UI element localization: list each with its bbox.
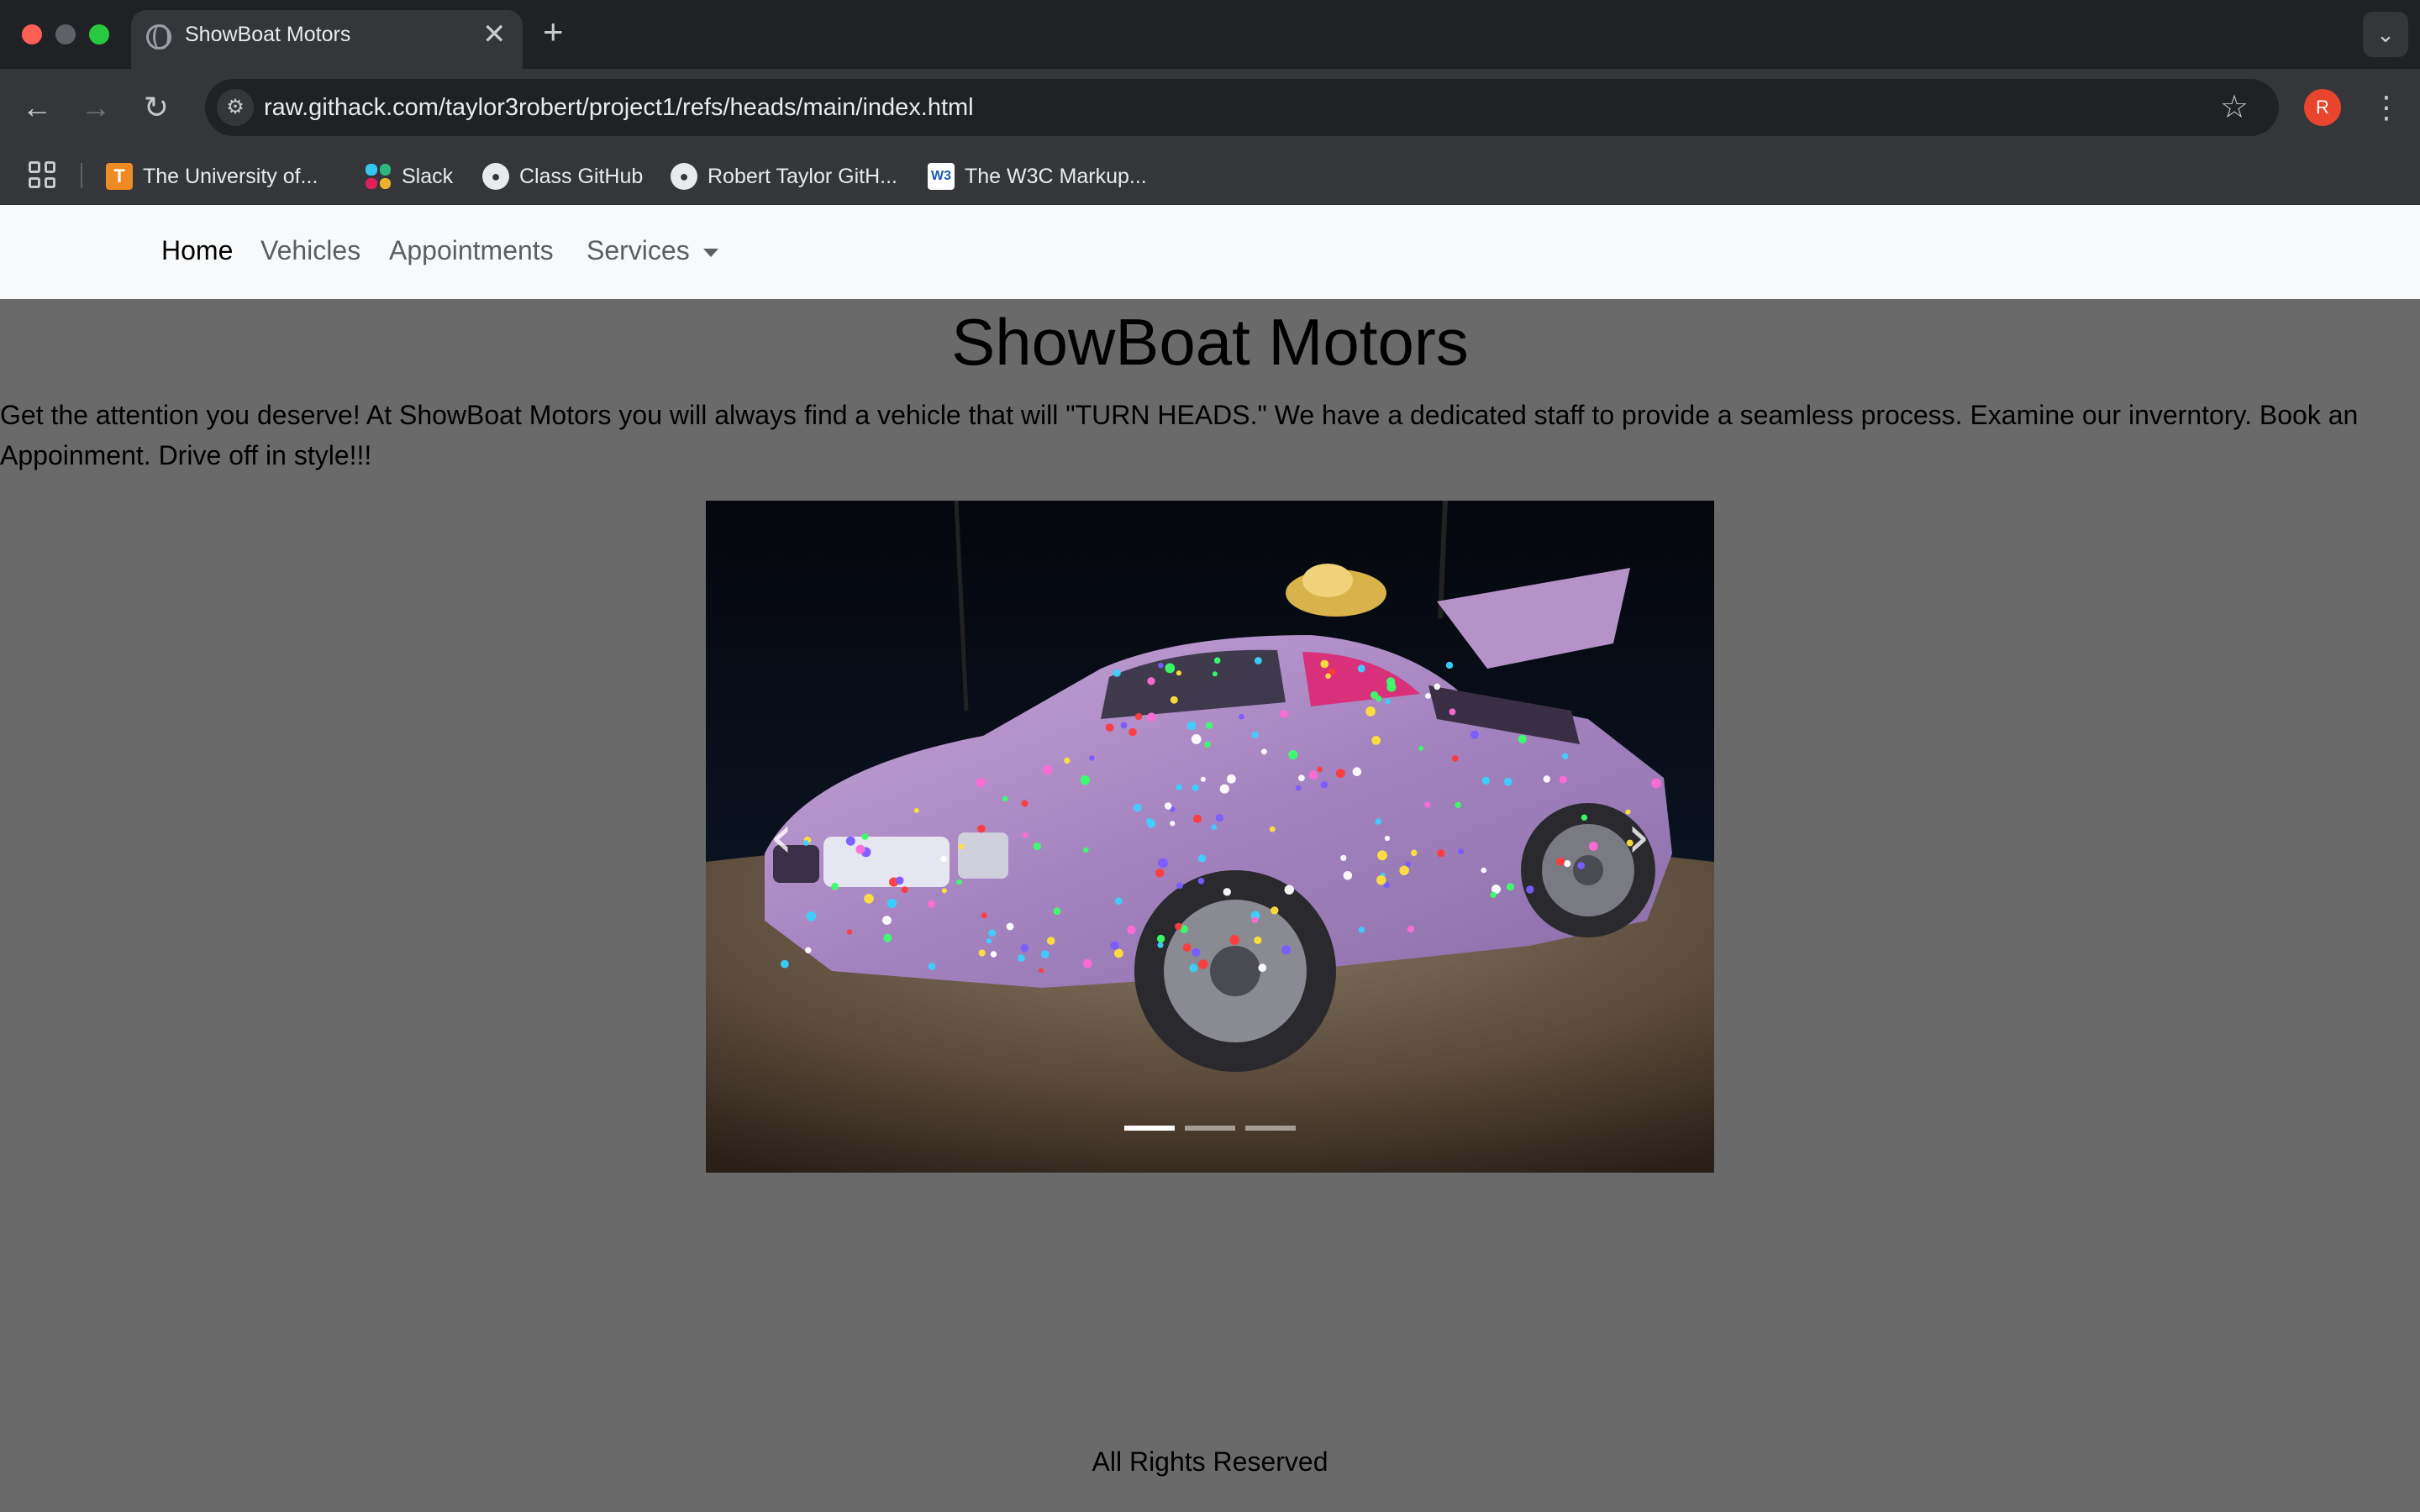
maximize-window-button[interactable]: [89, 24, 109, 45]
reload-icon[interactable]: ↻: [134, 86, 178, 129]
carousel-indicators: [1124, 1126, 1296, 1131]
caret-down-icon: [702, 248, 718, 257]
tab-title: ShowBoat Motors: [185, 23, 351, 46]
browser-tab[interactable]: ShowBoat Motors ✕: [131, 10, 523, 69]
nav-link-appointments[interactable]: Appointments: [389, 235, 554, 266]
tab-close-icon[interactable]: ✕: [482, 20, 507, 49]
w3c-icon: W3: [928, 163, 955, 190]
close-window-button[interactable]: [22, 24, 42, 45]
site-info-icon[interactable]: ⚙: [217, 89, 254, 126]
carousel-prev-button[interactable]: ‹: [748, 803, 815, 870]
github-icon: ●: [482, 163, 509, 190]
bookmark-label: The University of...: [143, 164, 318, 188]
bookmark-university[interactable]: T The University of...: [106, 160, 318, 193]
image-carousel: ‹ ›: [706, 501, 1714, 1173]
carousel-indicator-3[interactable]: [1245, 1126, 1296, 1131]
intro-paragraph: Get the attention you deserve! At ShowBo…: [0, 400, 2359, 470]
bookmark-robert-github[interactable]: ● Robert Taylor GitH...: [671, 160, 897, 193]
browser-tab-strip: ShowBoat Motors ✕ + ⌄: [0, 0, 2420, 69]
bookmarks-divider: [81, 163, 82, 188]
kebab-menu-icon[interactable]: ⋮: [2371, 87, 2402, 128]
back-arrow-icon[interactable]: ←: [15, 86, 59, 129]
bookmark-label: The W3C Markup...: [965, 164, 1147, 188]
github-icon: ●: [671, 163, 697, 190]
forward-arrow-icon[interactable]: →: [74, 86, 118, 129]
globe-icon: [146, 24, 171, 50]
bookmark-label: Class GitHub: [519, 164, 644, 188]
address-bar[interactable]: ⚙ raw.githack.com/taylor3robert/project1…: [205, 79, 2279, 136]
carousel-next-button[interactable]: ›: [1605, 803, 1672, 870]
ut-icon: T: [106, 163, 133, 190]
carousel-indicator-2[interactable]: [1185, 1126, 1235, 1131]
site-navbar: Home Vehicles Appointments Services: [0, 205, 2420, 299]
new-tab-button[interactable]: +: [543, 13, 564, 50]
bookmark-label: Slack: [402, 164, 454, 188]
slack-icon: [365, 163, 392, 190]
profile-avatar[interactable]: R: [2304, 89, 2341, 126]
carousel-slide-image: [706, 501, 1714, 1173]
bookmarks-bar: T The University of... Slack ● Class Git…: [0, 146, 2420, 205]
url-text[interactable]: raw.githack.com/taylor3robert/project1/r…: [264, 94, 974, 122]
browser-toolbar: ← → ↻ ⚙ raw.githack.com/taylor3robert/pr…: [0, 69, 2420, 146]
minimize-window-button[interactable]: [55, 24, 76, 45]
bookmark-label: Robert Taylor GitH...: [708, 164, 898, 188]
nav-link-home[interactable]: Home: [161, 235, 233, 266]
page-title: ShowBoat Motors: [951, 305, 1469, 379]
tab-search-chevron-icon[interactable]: ⌄: [2363, 12, 2408, 57]
carousel-indicator-1[interactable]: [1124, 1126, 1175, 1131]
footer-copyright: All Rights Reserved: [1092, 1446, 1328, 1477]
bookmark-slack[interactable]: Slack: [365, 160, 453, 193]
apps-grid-icon[interactable]: [29, 161, 55, 188]
nav-link-vehicles[interactable]: Vehicles: [260, 235, 360, 266]
bookmark-star-icon[interactable]: ☆: [2220, 89, 2249, 126]
nav-link-services-label: Services: [587, 235, 690, 265]
bookmark-class-github[interactable]: ● Class GitHub: [482, 160, 643, 193]
nav-dropdown-services[interactable]: Services: [587, 235, 718, 266]
bookmark-w3c[interactable]: W3 The W3C Markup...: [928, 160, 1147, 193]
